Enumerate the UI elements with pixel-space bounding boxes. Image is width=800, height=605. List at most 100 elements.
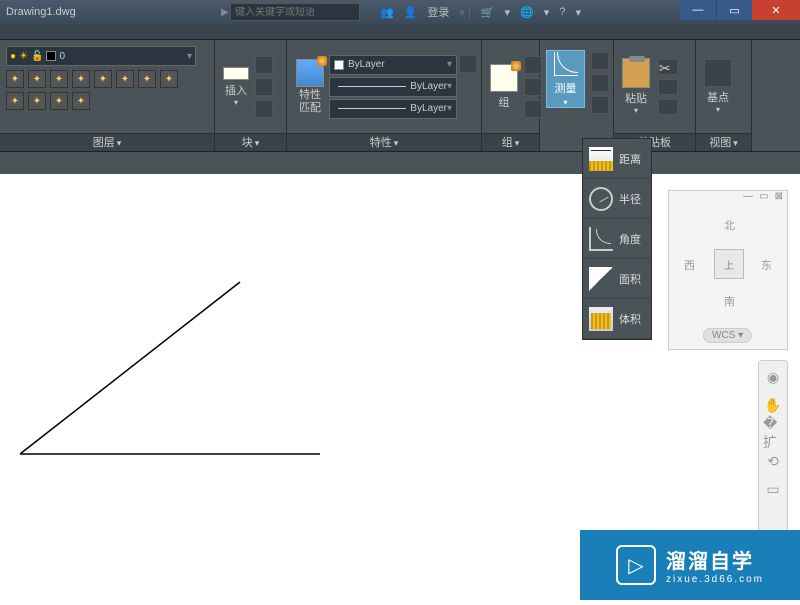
vc-minimize-icon[interactable]: — bbox=[743, 191, 753, 205]
layer-combo[interactable]: ● ☀ 🔓 0 ▾ bbox=[6, 46, 196, 66]
panel-title-block[interactable]: 块▾ bbox=[215, 133, 286, 151]
measure-area-item[interactable]: 面积 bbox=[583, 259, 651, 299]
measure-angle-item[interactable]: 角度 bbox=[583, 219, 651, 259]
paste-button[interactable]: 粘贴 ▾ bbox=[618, 54, 654, 119]
maximize-button[interactable]: ▭ bbox=[716, 0, 752, 20]
nav-orbit-icon[interactable]: ⟲ bbox=[763, 451, 783, 471]
chevron-down-icon: ▾ bbox=[447, 103, 452, 114]
panel-title-layer[interactable]: 图层▾ bbox=[0, 133, 214, 151]
nav-wheel-icon[interactable]: ◉ bbox=[763, 367, 783, 387]
panel-layer: ● ☀ 🔓 0 ▾ ✦ ✦ ✦ ✦ ✦ ✦ ✦ ✦ ✦ ✦ ✦ ✦ bbox=[0, 40, 215, 151]
measure-distance-item[interactable]: 距离 bbox=[583, 139, 651, 179]
list-icon[interactable] bbox=[459, 55, 477, 73]
stayconnected-icon[interactable]: 🌐 bbox=[520, 6, 534, 19]
layer-tool-12[interactable]: ✦ bbox=[72, 92, 90, 110]
match-properties-button[interactable]: 特性 匹配 bbox=[291, 55, 329, 117]
minimize-button[interactable]: — bbox=[680, 0, 716, 20]
viewcube[interactable]: 北 南 西 东 上 bbox=[678, 213, 778, 313]
nav-showmotion-icon[interactable]: ▭ bbox=[763, 479, 783, 499]
layer-tool-11[interactable]: ✦ bbox=[50, 92, 68, 110]
panel-title-properties[interactable]: 特性▾ bbox=[287, 133, 481, 151]
signin-label[interactable]: 登录 bbox=[427, 4, 449, 20]
exchange-icon[interactable]: 🛒 bbox=[481, 6, 495, 19]
layer-tool-1[interactable]: ✦ bbox=[6, 70, 24, 88]
calculator-icon[interactable] bbox=[591, 96, 609, 114]
chevron-down-icon: ▾ bbox=[447, 81, 452, 92]
titlebar-right-icons: 👥 👤 登录 ▾ | 🛒 ▾ 🌐 ▾ ? ▾ bbox=[380, 4, 581, 20]
chevron-down-icon: ▾ bbox=[634, 106, 638, 115]
layer-tool-2[interactable]: ✦ bbox=[28, 70, 46, 88]
infocenter-icon[interactable]: 👥 bbox=[380, 6, 394, 19]
menubar bbox=[0, 24, 800, 40]
match-properties-icon bbox=[296, 59, 324, 87]
panel-clipboard: 粘贴 ▾ ✂ 剪贴板 bbox=[614, 40, 696, 151]
insert-icon bbox=[223, 67, 249, 80]
quick-select-icon[interactable] bbox=[591, 74, 609, 92]
edit-block-icon[interactable] bbox=[255, 78, 273, 96]
linetype-combo[interactable]: ByLayer ▾ bbox=[329, 99, 457, 119]
insert-button[interactable]: 插入 ▾ bbox=[219, 67, 253, 107]
viewcube-south[interactable]: 南 bbox=[724, 293, 735, 309]
tabstrip bbox=[0, 152, 800, 174]
viewcube-top-face[interactable]: 上 bbox=[714, 249, 744, 279]
close-button[interactable]: ✕ bbox=[752, 0, 800, 20]
layer-tool-8[interactable]: ✦ bbox=[160, 70, 178, 88]
panel-title-group[interactable]: 组▾ bbox=[482, 133, 539, 151]
layer-tool-10[interactable]: ✦ bbox=[28, 92, 46, 110]
group-button[interactable]: 组 bbox=[486, 60, 522, 114]
search-input[interactable] bbox=[235, 7, 355, 18]
help-icon[interactable]: ? bbox=[559, 6, 565, 18]
layer-tool-9[interactable]: ✦ bbox=[6, 92, 24, 110]
panel-utilities: 测量 ▾ bbox=[540, 40, 614, 151]
cut-icon[interactable]: ✂ bbox=[658, 59, 678, 75]
color-swatch bbox=[46, 51, 56, 61]
lineweight-combo[interactable]: ByLayer ▾ bbox=[329, 77, 457, 97]
bulb-icon: ● bbox=[10, 51, 16, 62]
divider: ▾ | bbox=[459, 6, 470, 19]
viewcube-panel: — ▭ ⊠ 北 南 西 东 上 WCS ▾ bbox=[668, 190, 788, 350]
angle-icon bbox=[589, 227, 613, 251]
basepoint-button[interactable]: 基点 ▾ bbox=[700, 55, 736, 118]
panel-view: 基点 ▾ 视图▾ bbox=[696, 40, 752, 151]
exchange-dd[interactable]: ▾ bbox=[505, 6, 511, 19]
panel-properties: 特性 匹配 ByLayer ▾ ByLayer ▾ bbox=[287, 40, 482, 151]
create-block-icon[interactable] bbox=[255, 56, 273, 74]
copy-base-icon[interactable] bbox=[658, 99, 678, 115]
titlebar: Drawing1.dwg ▶ 👥 👤 登录 ▾ | 🛒 ▾ 🌐 ▾ ? ▾ — … bbox=[0, 0, 800, 24]
vc-restore-icon[interactable]: ▭ bbox=[759, 191, 768, 205]
layer-tools: ✦ ✦ ✦ ✦ ✦ ✦ ✦ ✦ ✦ ✦ ✦ ✦ bbox=[4, 68, 194, 112]
area-icon bbox=[589, 267, 613, 291]
chevron-down-icon: ▾ bbox=[187, 51, 192, 62]
edit-attr-icon[interactable] bbox=[255, 100, 273, 118]
measure-volume-item[interactable]: 体积 bbox=[583, 299, 651, 339]
measure-button[interactable]: 测量 ▾ bbox=[546, 50, 585, 108]
sun-icon: ☀ bbox=[19, 51, 28, 62]
stayconnected-dd[interactable]: ▾ bbox=[544, 6, 550, 19]
linetype-icon bbox=[338, 108, 406, 109]
copy-icon[interactable] bbox=[658, 79, 678, 95]
nav-pan-icon[interactable]: ✋ bbox=[763, 395, 783, 415]
wcs-badge[interactable]: WCS ▾ bbox=[703, 328, 752, 343]
layer-tool-6[interactable]: ✦ bbox=[116, 70, 134, 88]
viewcube-west[interactable]: 西 bbox=[684, 257, 695, 273]
layer-tool-5[interactable]: ✦ bbox=[94, 70, 112, 88]
help-dd[interactable]: ▾ bbox=[575, 6, 581, 19]
nav-zoom-icon[interactable]: �扩 bbox=[763, 423, 783, 443]
measure-radius-item[interactable]: 半径 bbox=[583, 179, 651, 219]
layer-tool-3[interactable]: ✦ bbox=[50, 70, 68, 88]
volume-icon bbox=[589, 307, 613, 331]
viewcube-north[interactable]: 北 bbox=[724, 217, 735, 233]
clipboard-icon bbox=[622, 58, 650, 88]
lineweight-icon bbox=[338, 86, 406, 87]
search-box[interactable]: ▶ bbox=[230, 3, 360, 21]
signin-icon[interactable]: 👤 bbox=[404, 6, 418, 19]
color-swatch-icon bbox=[334, 60, 344, 70]
layer-tool-4[interactable]: ✦ bbox=[72, 70, 90, 88]
viewcube-east[interactable]: 东 bbox=[761, 257, 772, 273]
layer-tool-7[interactable]: ✦ bbox=[138, 70, 156, 88]
select-all-icon[interactable] bbox=[591, 52, 609, 70]
measure-dropdown-menu: 距离 半径 角度 面积 体积 bbox=[582, 138, 652, 340]
panel-title-view[interactable]: 视图▾ bbox=[696, 133, 751, 151]
color-combo[interactable]: ByLayer ▾ bbox=[329, 55, 457, 75]
vc-close-icon[interactable]: ⊠ bbox=[775, 191, 783, 205]
